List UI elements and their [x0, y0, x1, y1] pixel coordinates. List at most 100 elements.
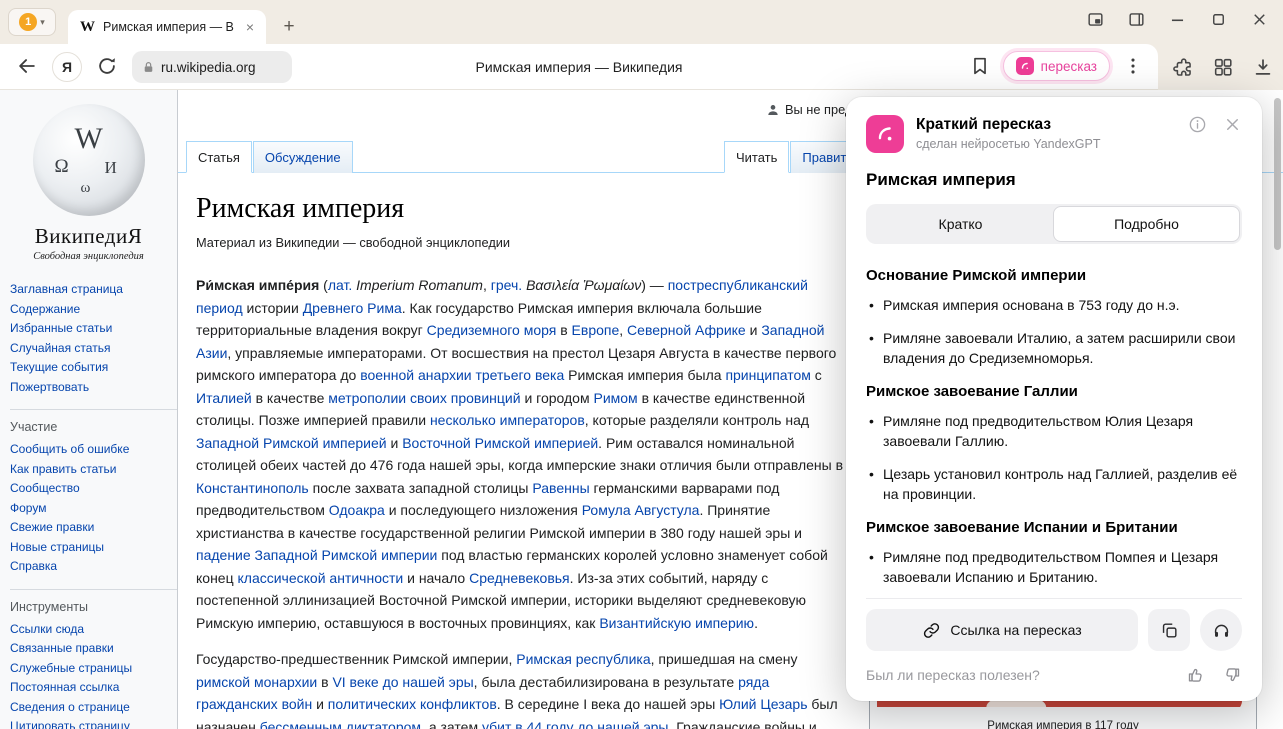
panel-divider — [866, 598, 1242, 599]
sidebar-link[interactable]: Заглавная страница — [10, 280, 161, 300]
article-link[interactable]: классической античности — [238, 570, 404, 586]
summary-toggle-option[interactable]: Подробно — [1053, 206, 1240, 242]
wiki-tab[interactable]: Обсуждение — [253, 141, 353, 173]
article-link[interactable]: военной анархии третьего века — [360, 367, 564, 383]
toolbar: Я ru.wikipedia.org Римская империя — Вик… — [0, 44, 1158, 90]
tab-group-chip[interactable]: 1 ▾ — [8, 8, 56, 36]
article-link[interactable]: Европе — [572, 322, 620, 338]
sidebar-link[interactable]: Пожертвовать — [10, 378, 161, 398]
article-link[interactable]: Ромула Августула — [582, 502, 700, 518]
article-link[interactable]: бессменным диктатором — [260, 719, 421, 729]
kebab-menu-icon[interactable] — [1122, 55, 1144, 77]
summary-link-button[interactable]: Ссылка на пересказ — [866, 609, 1138, 651]
article-link[interactable]: VI веке до нашей эры — [332, 674, 473, 690]
downloads-icon[interactable] — [1252, 56, 1274, 78]
article-link[interactable]: лат. — [328, 277, 352, 293]
maximize-window-icon[interactable] — [1209, 10, 1228, 29]
thumbs-up-icon[interactable] — [1186, 665, 1206, 685]
article-link[interactable]: Северной Африке — [627, 322, 746, 338]
tab-close-icon[interactable]: × — [242, 17, 258, 37]
article-link[interactable]: падение Западной Римской империи — [196, 547, 437, 563]
article-link[interactable]: Одоакра — [329, 502, 385, 518]
bookmark-icon[interactable] — [969, 55, 991, 77]
toolbar-page-title: Римская империя — Википедия — [300, 44, 858, 90]
browser-window: 1 ▾ W Римская империя — В × + Я — [0, 0, 1283, 729]
summary-toggle-option[interactable]: Кратко — [868, 206, 1053, 242]
sidebar-link[interactable]: Текущие события — [10, 358, 161, 378]
feedback-question: Был ли пересказ полезен? — [866, 667, 1040, 683]
article-text: и городом — [521, 390, 594, 406]
summary-bullet: Римская империя основана в 753 году до н… — [866, 295, 1242, 315]
sidebar-link[interactable]: Ссылки сюда — [10, 620, 161, 640]
thumbs-down-icon[interactable] — [1222, 665, 1242, 685]
sidebar-link[interactable]: Содержание — [10, 300, 161, 320]
article-link[interactable]: Византийскую империю — [599, 615, 754, 631]
new-tab-button[interactable]: + — [276, 14, 302, 40]
close-panel-icon[interactable] — [1223, 115, 1242, 134]
article-link[interactable]: Юлий Цезарь — [719, 696, 807, 712]
sidebar-panel-icon[interactable] — [1127, 10, 1146, 29]
sidebar-link[interactable]: Сообщить об ошибке — [10, 440, 161, 460]
sidebar-link[interactable]: Постоянная ссылка — [10, 678, 161, 698]
article-link[interactable]: Средиземного моря — [427, 322, 557, 338]
reload-button[interactable] — [96, 55, 118, 82]
sidebar-link[interactable]: Новые страницы — [10, 538, 161, 558]
summary-bullet: Цезарь установил контроль над Галлией, р… — [866, 464, 1242, 504]
article-link[interactable]: Древнего Рима — [303, 300, 402, 316]
address-bar[interactable]: ru.wikipedia.org — [132, 51, 292, 83]
person-icon — [766, 103, 780, 117]
summary-bullet: Римляне под предводительством Юлия Цезар… — [866, 411, 1242, 451]
article-link[interactable]: метрополии своих провинций — [328, 390, 520, 406]
collections-icon[interactable] — [1212, 56, 1234, 78]
wiki-tab[interactable]: Статья — [186, 141, 252, 173]
floating-window-icon[interactable] — [1086, 10, 1105, 29]
sidebar-link[interactable]: Сообщество — [10, 479, 161, 499]
article-link[interactable]: Италией — [196, 390, 252, 406]
article-link[interactable]: Западной Римской империей — [196, 435, 387, 451]
browser-tab-active[interactable]: W Римская империя — В × — [68, 10, 266, 44]
sidebar-link[interactable]: Как править статьи — [10, 460, 161, 480]
article-link[interactable]: Римская республика — [516, 651, 650, 667]
listen-summary-button[interactable] — [1200, 609, 1242, 651]
article-link[interactable]: римской монархии — [196, 674, 317, 690]
back-button[interactable] — [16, 55, 38, 82]
summary-title: Краткий пересказ — [916, 116, 1100, 134]
article-link[interactable]: политических конфликтов — [328, 696, 497, 712]
sidebar-link[interactable]: Форум — [10, 499, 161, 519]
article-link[interactable]: Константинополь — [196, 480, 309, 496]
copy-summary-button[interactable] — [1148, 609, 1190, 651]
article-text: и — [312, 696, 328, 712]
sidebar-link[interactable]: Служебные страницы — [10, 659, 161, 679]
article-link[interactable]: греч. — [491, 277, 522, 293]
chevron-down-icon: ▾ — [40, 17, 45, 28]
article-link[interactable]: Римом — [593, 390, 637, 406]
yandex-logo-button[interactable]: Я — [52, 52, 82, 82]
info-icon[interactable] — [1188, 115, 1207, 134]
page-scrollbar-thumb[interactable] — [1274, 98, 1281, 250]
wiki-tab[interactable]: Читать — [724, 141, 789, 173]
minimize-window-icon[interactable] — [1168, 10, 1187, 29]
article-link[interactable]: принципатом — [725, 367, 810, 383]
sidebar-link[interactable]: Случайная статья — [10, 339, 161, 359]
article-link[interactable]: Равенны — [532, 480, 589, 496]
sidebar-link[interactable]: Цитировать страницу — [10, 717, 161, 729]
wikipedia-globe-logo[interactable]: W Ω И ω — [33, 104, 145, 216]
sidebar-link[interactable]: Избранные статьи — [10, 319, 161, 339]
sidebar-link[interactable]: Связанные правки — [10, 639, 161, 659]
link-icon — [922, 621, 941, 640]
extensions-puzzle-icon[interactable] — [1172, 56, 1194, 78]
pereskaz-logo-icon — [866, 115, 904, 153]
article-link[interactable]: Средневековья — [469, 570, 570, 586]
wikipedia-wordmark[interactable]: ВикипедиЯ — [0, 224, 177, 249]
sidebar-link[interactable]: Сведения о странице — [10, 698, 161, 718]
sidebar-link[interactable]: Свежие правки — [10, 518, 161, 538]
summary-bullet-list: Римляне под предводительством Юлия Цезар… — [866, 411, 1242, 504]
pereskaz-button[interactable]: пересказ — [1003, 51, 1110, 81]
article-link[interactable]: несколько императоров — [430, 412, 585, 428]
article-text: ) — — [641, 277, 667, 293]
tab-strip: 1 ▾ W Римская империя — В × + — [0, 0, 1283, 44]
article-link[interactable]: убит в 44 году до нашей эры — [482, 719, 669, 729]
close-window-icon[interactable] — [1250, 10, 1269, 29]
article-link[interactable]: Восточной Римской империей — [402, 435, 598, 451]
sidebar-link[interactable]: Справка — [10, 557, 161, 577]
